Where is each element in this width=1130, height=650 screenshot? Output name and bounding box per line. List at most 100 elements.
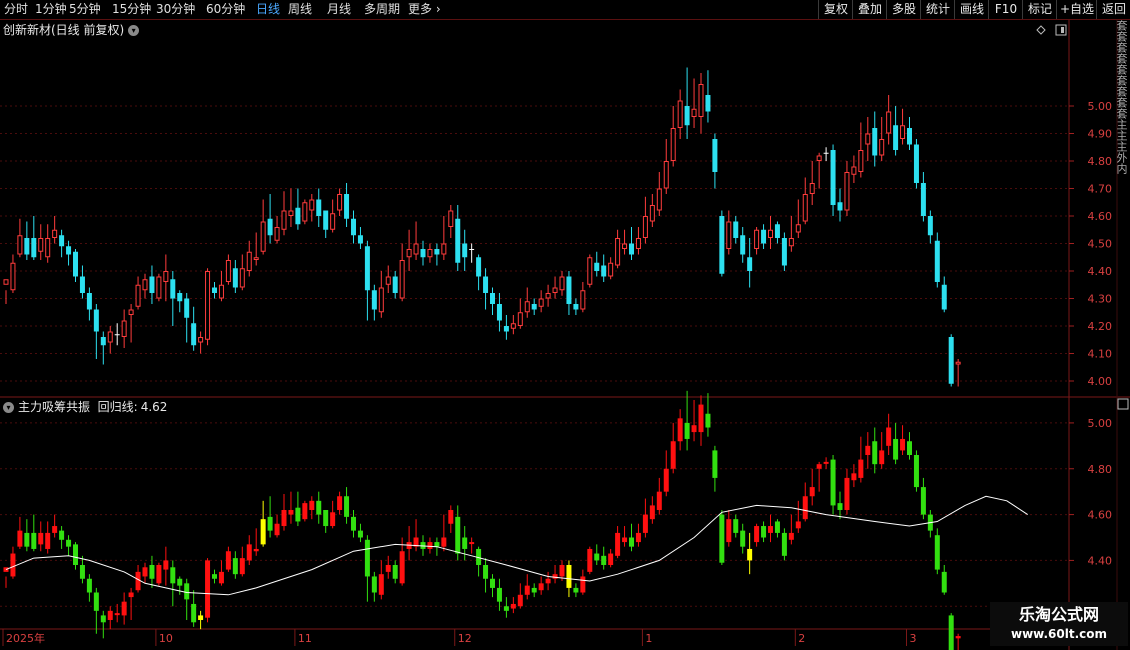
watermark-url: www.60lt.com	[1010, 627, 1108, 641]
regression-line-value: 4.62	[140, 400, 168, 414]
indicator-bar	[837, 503, 843, 510]
indicator-bar	[323, 510, 329, 527]
candle-body	[24, 238, 30, 255]
candle-body	[608, 262, 614, 277]
candle-body	[615, 238, 621, 266]
candle-body	[496, 304, 502, 321]
indicator-bar	[24, 532, 30, 547]
indicator-bar	[642, 514, 648, 533]
indicator-bar	[399, 551, 405, 584]
candle-body	[121, 320, 127, 337]
indicator-bar	[566, 565, 572, 588]
candle-body	[10, 262, 16, 291]
indicator-bar	[823, 461, 829, 464]
candle-body	[955, 361, 961, 365]
candle-body	[941, 284, 947, 310]
candle-body	[427, 249, 433, 258]
candle-body	[476, 257, 482, 277]
indicator-bar	[483, 565, 489, 579]
candle-body	[483, 276, 489, 293]
candle-body	[837, 202, 843, 211]
candle-body	[726, 221, 732, 249]
indicator-bar	[774, 521, 780, 533]
indicator-bar	[705, 413, 711, 428]
indicator-bar	[274, 523, 280, 536]
indicator-bar	[427, 542, 433, 549]
candle-body	[879, 139, 885, 156]
indicator-bar	[538, 583, 544, 591]
candle-body	[316, 199, 322, 216]
indicator-bar	[462, 537, 468, 549]
indicator-bar	[309, 500, 315, 510]
candle-body	[788, 238, 794, 247]
window-icon-fill	[1061, 27, 1064, 33]
candle-body	[184, 298, 190, 318]
candle-body	[142, 279, 148, 291]
indicator-bar	[788, 532, 794, 540]
candle-body	[545, 293, 551, 299]
candle-body	[406, 249, 412, 258]
candle-body	[128, 309, 134, 315]
indicator-bar	[455, 516, 461, 554]
indicator-bar	[371, 576, 377, 593]
candle-body	[79, 276, 85, 293]
indicator-bar	[149, 565, 155, 579]
indicator-bar	[302, 503, 308, 520]
indicator-bar	[232, 558, 238, 575]
indicator-bar	[844, 477, 850, 510]
indicator-bar	[934, 535, 940, 570]
candle-body	[809, 183, 815, 194]
candle-body	[114, 334, 120, 336]
indicator-bar	[858, 459, 864, 478]
candle-body	[698, 84, 704, 117]
candle-body	[830, 150, 836, 205]
candle-body	[100, 337, 106, 346]
chevron-down-icon[interactable]: ▾	[3, 402, 14, 413]
indicator-bar	[100, 615, 106, 623]
indicator-bar	[156, 565, 162, 584]
indicator-bar	[649, 505, 655, 520]
xaxis-label: 3	[910, 632, 917, 645]
indicator-bar	[809, 487, 815, 497]
indicator-bar	[73, 544, 78, 565]
chip-distribution-strip: 套套套套套套套套套主主主外内	[1117, 20, 1128, 174]
indicator-bar	[79, 565, 85, 579]
candle-body	[337, 194, 343, 211]
indicator-bar	[698, 404, 704, 433]
indicator-bar	[594, 553, 600, 561]
panel-window-icon	[1117, 398, 1129, 410]
indicator-ytick-label: 4.40	[1088, 554, 1113, 567]
indicator-bar	[218, 571, 224, 584]
candle-body	[893, 125, 899, 150]
indicator-bar	[107, 610, 113, 620]
indicator-bar	[948, 615, 954, 650]
indicator-bar	[608, 553, 614, 565]
indicator-bar	[86, 578, 92, 593]
candle-body	[865, 133, 871, 145]
main-ytick-label: 4.80	[1088, 155, 1113, 168]
candle-body	[733, 221, 739, 238]
indicator-bar	[93, 592, 99, 611]
candle-body	[434, 249, 440, 255]
kline-chart[interactable]: 5.00 4.90 4.80 4.70 4.60 4.50 4.40 4.30 4.20 4.10…	[0, 0, 1130, 650]
indicator-title[interactable]: ▾ 主力吸筹共振 回归线: 4.62	[3, 398, 167, 415]
candle-body	[399, 260, 405, 299]
indicator-bar	[128, 592, 134, 598]
indicator-bar	[781, 532, 787, 556]
candle-body	[531, 304, 537, 310]
candle-body	[73, 251, 78, 277]
indicator-bar	[677, 418, 683, 442]
xaxis-label: 12	[458, 632, 472, 645]
indicator-bar	[351, 516, 356, 531]
indicator-bar	[531, 587, 537, 593]
candle-body	[802, 194, 808, 222]
indicator-bar	[288, 510, 294, 515]
indicator-bar	[941, 571, 947, 593]
candle-body	[295, 207, 301, 225]
candle-body	[934, 240, 940, 282]
indicator-bar	[622, 537, 628, 543]
xaxis-label: 1	[645, 632, 652, 645]
candle-body	[441, 243, 447, 255]
indicator-bar	[281, 510, 287, 527]
indicator-bar	[768, 526, 773, 533]
